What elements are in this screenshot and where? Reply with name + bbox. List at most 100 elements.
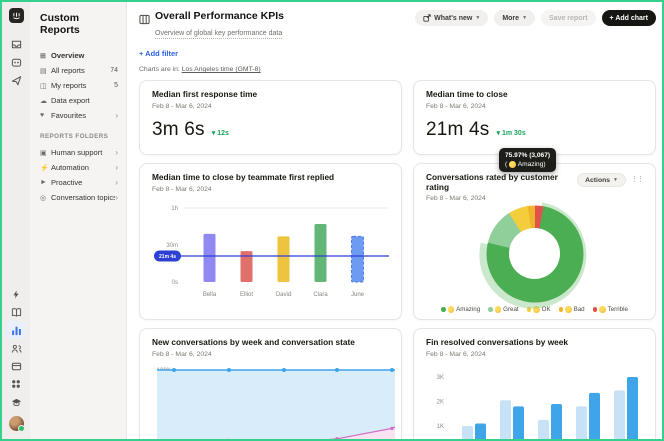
people-icon[interactable] (6, 339, 26, 357)
window-icon[interactable] (6, 357, 26, 375)
svg-text:0s: 0s (172, 280, 178, 286)
svg-text:1K: 1K (437, 424, 444, 430)
chart-card-ratings: Conversations rated by customer rating A… (413, 163, 656, 320)
apps-grid-icon[interactable] (6, 375, 26, 393)
user-avatar[interactable] (9, 416, 24, 431)
legend-label: Bad (574, 306, 585, 313)
star-struck-face-icon (509, 161, 516, 168)
disappointed-face-icon (565, 306, 572, 313)
app-icon-rail (2, 2, 30, 439)
legend-label: OK (542, 306, 551, 313)
donut-ring[interactable] (486, 205, 583, 302)
chart-card-fin-resolved: Fin resolved conversations by week Feb 8… (413, 328, 656, 439)
intercom-logo[interactable] (9, 8, 24, 23)
sidebar-item-overview[interactable]: ⊞Overview (40, 48, 118, 63)
chevron-right-icon: › (115, 193, 118, 202)
bar-chart-icon[interactable] (6, 321, 26, 339)
megaphone-icon: ► (40, 179, 51, 186)
add-filter-button[interactable]: + Add filter (139, 49, 178, 58)
angry-face-icon (599, 306, 606, 313)
item-count: 74 (110, 67, 118, 74)
star-struck-face-icon (448, 306, 455, 313)
kpi-card-first-response: Median first response time Feb 8 - Mar 6… (139, 80, 402, 155)
card-date-range: Feb 8 - Mar 6, 2024 (152, 351, 389, 358)
chevron-right-icon: › (115, 111, 118, 120)
teammate-bar-chart[interactable]: 1h30m0sBellaElliotDavidClaraJune21m 4s (152, 196, 391, 302)
sidebar-item-label: Favourites (51, 111, 115, 120)
svg-text:3K: 3K (437, 375, 444, 381)
card-date-range: Feb 8 - Mar 6, 2024 (152, 186, 389, 193)
book-icon[interactable] (6, 303, 26, 321)
lightning-icon[interactable] (6, 285, 26, 303)
legend-item-bad[interactable]: Bad (559, 306, 585, 313)
save-report-button[interactable]: Save report (541, 10, 596, 26)
card-title: Median time to close by teammate first r… (152, 173, 389, 183)
sidebar-item-proactive[interactable]: ►Proactive› (40, 175, 118, 190)
legend-label: Great (503, 306, 518, 313)
sidebar-item-label: Human support (51, 148, 115, 157)
sidebar-item-favourites[interactable]: ♥Favourites› (40, 108, 118, 123)
fin-resolved-bar-chart[interactable]: 3K 2K 1K (426, 364, 652, 439)
svg-text:Bella: Bella (203, 292, 217, 298)
card-title: New conversations by week and conversati… (152, 338, 389, 348)
sidebar-item-label: All reports (51, 66, 110, 75)
page-header: Overall Performance KPIs Overview of glo… (139, 10, 656, 40)
actions-button[interactable]: Actions▼ (577, 173, 626, 187)
legend-dot (559, 307, 564, 312)
sidebar-item-label: Automation (51, 163, 115, 172)
sidebar-item-conversation-topics[interactable]: ◎Conversation topics› (40, 190, 118, 205)
person-report-icon: ◫ (40, 82, 51, 90)
sidebar-item-label: Conversation topics (51, 193, 115, 202)
legend-dot (441, 307, 446, 312)
lightning-icon: ⚡ (40, 164, 51, 172)
sidebar-item-human-support[interactable]: ▣Human support› (40, 145, 118, 160)
whats-new-button[interactable]: What's new▼ (415, 10, 488, 26)
card-date-range: Feb 8 - Mar 6, 2024 (152, 103, 389, 110)
svg-text:1h: 1h (171, 206, 178, 212)
add-chart-button[interactable]: + Add chart (602, 10, 656, 26)
report-icon (139, 12, 150, 40)
chart-card-teammate: Median time to close by teammate first r… (139, 163, 402, 320)
graduation-cap-icon[interactable] (6, 393, 26, 411)
sidebar-item-all-reports[interactable]: ▤All reports74 (40, 63, 118, 78)
sidebar-folders: ▣Human support›⚡Automation›►Proactive›◎C… (40, 145, 118, 205)
card-date-range: Feb 8 - Mar 6, 2024 (426, 103, 643, 110)
timezone-note: Charts are in: Los Angeles time (GMT-8) (139, 66, 656, 73)
ratings-donut-chart[interactable] (426, 203, 643, 304)
drag-handle-icon[interactable]: ⋮⋮ (631, 173, 643, 187)
kpi-card-time-to-close: Median time to close Feb 8 - Mar 6, 2024… (413, 80, 656, 155)
legend-item-amazing[interactable]: Amazing (441, 306, 480, 313)
svg-text:2K: 2K (437, 399, 444, 405)
more-button[interactable]: More▼ (494, 10, 535, 26)
legend-label: Amazing (456, 306, 480, 313)
legend-dot (488, 307, 493, 312)
chevron-right-icon: › (115, 148, 118, 157)
sidebar-item-label: My reports (51, 81, 114, 90)
sidebar-item-label: Data export (51, 96, 118, 105)
card-date-range: Feb 8 - Mar 6, 2024 (426, 351, 643, 358)
bot-icon[interactable] (6, 53, 26, 71)
conversation-state-area-chart[interactable]: 100%75%50%25% (152, 362, 397, 439)
svg-text:21m 4s: 21m 4s (159, 254, 176, 260)
sidebar-items: ⊞Overview▤All reports74◫My reports5☁Data… (40, 48, 118, 123)
sidebar-item-label: Overview (51, 51, 118, 60)
main-content: Overall Performance KPIs Overview of glo… (127, 2, 662, 439)
reports-sidebar: Custom Reports ⊞Overview▤All reports74◫M… (30, 2, 127, 439)
legend-dot (593, 307, 598, 312)
sidebar-item-data-export[interactable]: ☁Data export (40, 93, 118, 108)
legend-label: Terrible (608, 306, 628, 313)
lightbulb-icon: ◎ (40, 194, 51, 202)
charts-grid: Median first response time Feb 8 - Mar 6… (139, 80, 656, 439)
legend-item-terrible[interactable]: Terrible (593, 306, 628, 313)
svg-text:Clara: Clara (313, 292, 328, 298)
inbox-icon[interactable] (6, 35, 26, 53)
sidebar-item-automation[interactable]: ⚡Automation› (40, 160, 118, 175)
page-title: Overall Performance KPIs (155, 10, 284, 22)
sidebar-item-my-reports[interactable]: ◫My reports5 (40, 78, 118, 93)
paper-plane-icon[interactable] (6, 71, 26, 89)
legend-item-great[interactable]: Great (488, 306, 518, 313)
card-title: Conversations rated by customer rating (426, 173, 577, 192)
sidebar-title: Custom Reports (40, 12, 118, 36)
timezone-link[interactable]: Los Angeles time (GMT-8) (182, 66, 261, 73)
heart-eyes-face-icon (495, 306, 502, 313)
